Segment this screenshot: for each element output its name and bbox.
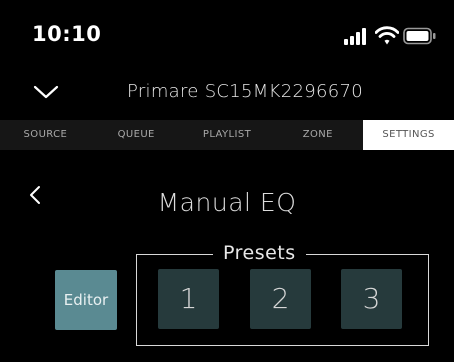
editor-button[interactable]: Editor	[55, 270, 117, 330]
status-time: 10:10	[32, 22, 102, 46]
device-name[interactable]: Primare SC15MK2296670	[0, 81, 454, 102]
tab-settings[interactable]: SETTINGS	[363, 120, 454, 150]
battery-icon	[403, 27, 436, 45]
status-bar: 10:10	[0, 0, 454, 74]
preset-2-button[interactable]: 2	[250, 269, 311, 329]
preset-1-button[interactable]: 1	[158, 269, 219, 329]
tab-zone[interactable]: ZONE	[272, 120, 363, 150]
tab-playlist[interactable]: PLAYLIST	[182, 120, 273, 150]
preset-3-button[interactable]: 3	[341, 269, 402, 329]
tab-queue[interactable]: QUEUE	[91, 120, 182, 150]
page-header: Manual EQ	[0, 170, 454, 230]
tab-source[interactable]: SOURCE	[0, 120, 91, 150]
tab-bar: SOURCE QUEUE PLAYLIST ZONE SETTINGS	[0, 120, 454, 150]
device-header: Primare SC15MK2296670	[0, 74, 454, 112]
presets-label: Presets	[213, 241, 306, 265]
presets-group: Presets 1 2 3	[136, 241, 429, 346]
signal-icon	[344, 28, 366, 45]
page-title: Manual EQ	[157, 188, 297, 217]
wifi-icon	[375, 26, 399, 45]
